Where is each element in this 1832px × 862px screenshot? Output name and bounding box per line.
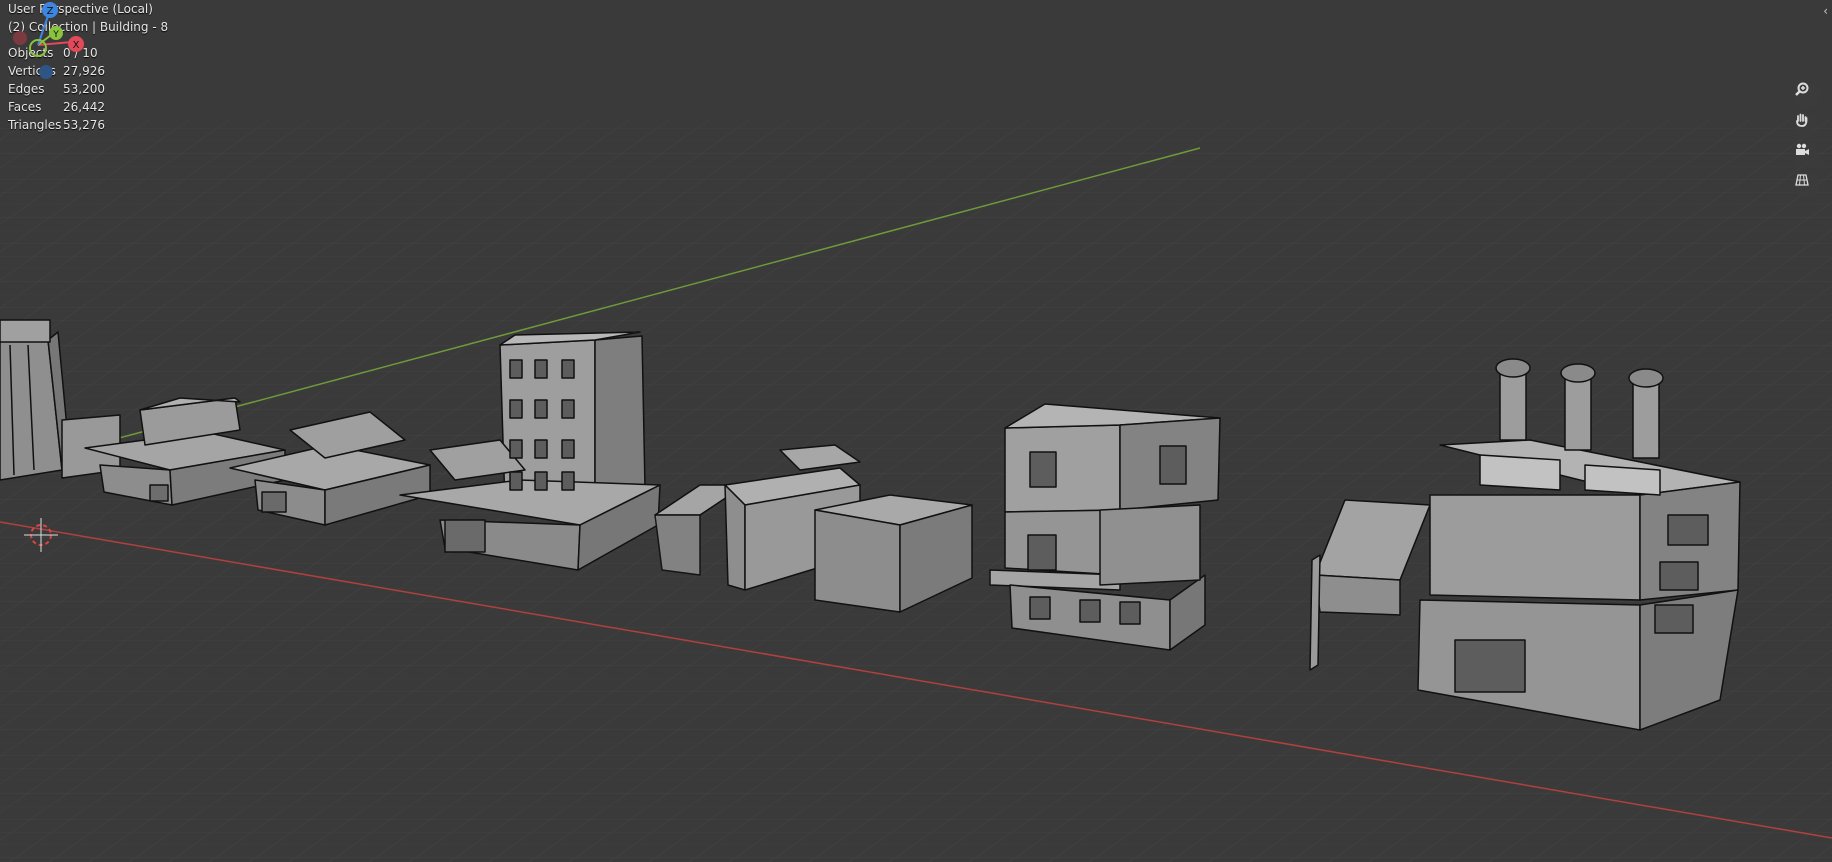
sidebar-toggle-icon[interactable]: ‹ [1823,4,1828,18]
stat-label: Edges [8,82,45,96]
gizmo-y-label: Y [52,30,59,40]
stat-value: 26,442 [63,100,105,114]
building-6[interactable] [989,403,1221,651]
viewport-canvas[interactable] [0,0,1832,862]
camera-icon[interactable] [1794,142,1820,168]
stat-value: 53,200 [63,82,105,96]
3d-viewport[interactable]: User Perspective (Local) (2) Collection … [0,0,1832,862]
gizmo-neg-z-icon[interactable] [39,65,53,79]
gizmo-x-label: X [73,40,80,51]
grid-ortho-icon[interactable] [1794,172,1820,198]
stat-faces: Faces 26,442 [8,98,105,116]
stat-label: Triangles [8,118,62,132]
stat-label: Faces [8,100,42,114]
gizmo-neg-x-icon[interactable] [13,31,27,45]
gizmo-z-label: Z [47,6,54,17]
hand-pan-icon[interactable] [1794,112,1820,138]
stat-edges: Edges 53,200 [8,80,105,98]
navigation-gizmo[interactable]: X Y Z [0,0,90,80]
stat-triangles: Triangles 53,276 [8,116,105,134]
stat-value: 53,276 [63,118,105,132]
zoom-icon[interactable] [1794,82,1820,108]
